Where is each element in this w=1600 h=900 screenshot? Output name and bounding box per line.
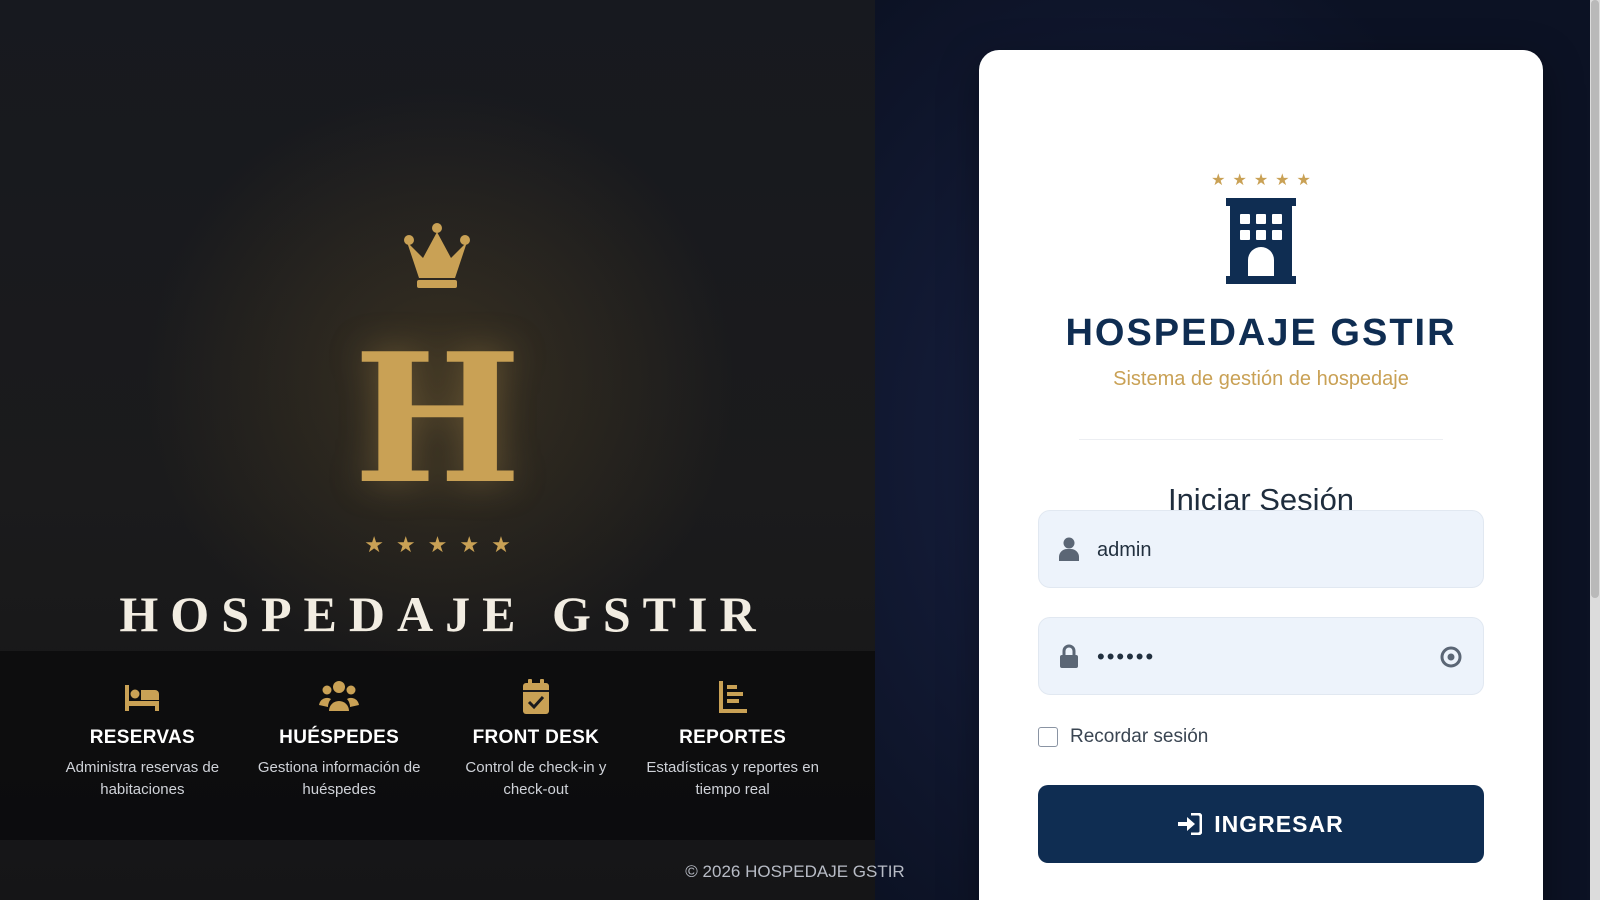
feature-title: HUÉSPEDES bbox=[279, 727, 400, 748]
feature-description-line: habitaciones bbox=[100, 781, 185, 798]
brand-initial: H bbox=[353, 314, 522, 523]
feature-title: RESERVAS bbox=[89, 727, 195, 748]
divider bbox=[1079, 439, 1443, 440]
feature-reservas: RESERVAS Administra reservas de habitaci… bbox=[52, 677, 232, 840]
feature-description-line: check-out bbox=[503, 781, 569, 798]
brand-title: HOSPEDAJE GSTIR bbox=[119, 586, 768, 642]
feature-description: Gestiona información de huéspedes bbox=[249, 757, 429, 801]
scrollbar-thumb[interactable] bbox=[1591, 0, 1599, 598]
feature-title: FRONT DESK bbox=[472, 727, 600, 748]
sign-in-icon bbox=[1178, 813, 1203, 835]
login-brand-title: HOSPEDAJE GSTIR bbox=[1065, 312, 1457, 354]
scrollbar[interactable] bbox=[1590, 0, 1600, 900]
feature-description-line: Estadísticas y reportes en bbox=[646, 759, 819, 776]
feature-reportes: REPORTES Estadísticas y reportes en tiem… bbox=[643, 677, 823, 840]
username-input[interactable] bbox=[1097, 511, 1427, 589]
hero-panel: H ★★★★★ HOSPEDAJE GSTIR RESERVAS Adminis… bbox=[0, 0, 875, 900]
login-button-label: INGRESAR bbox=[1214, 810, 1344, 837]
rating-stars: ★★★★★ bbox=[1211, 172, 1318, 189]
crown-icon bbox=[404, 223, 470, 288]
feature-title: REPORTES bbox=[679, 727, 787, 748]
user-icon bbox=[1059, 537, 1079, 561]
remember-session[interactable]: Recordar sesión bbox=[1038, 726, 1208, 748]
remember-checkbox[interactable] bbox=[1038, 727, 1058, 747]
login-button[interactable]: INGRESAR bbox=[1038, 785, 1484, 863]
feature-description: Estadísticas y reportes en tiempo real bbox=[643, 757, 823, 801]
copyright-footer: © 2026 HOSPEDAJE GSTIR bbox=[685, 862, 905, 881]
chart-list-icon bbox=[718, 681, 747, 713]
eye-icon[interactable] bbox=[1439, 645, 1463, 669]
feature-description-line: Gestiona información de bbox=[257, 759, 421, 776]
calendar-check-icon bbox=[522, 679, 549, 714]
remember-label[interactable]: Recordar sesión bbox=[1070, 726, 1208, 748]
password-field[interactable] bbox=[1038, 617, 1484, 696]
bed-icon bbox=[125, 685, 160, 711]
feature-list: RESERVAS Administra reservas de habitaci… bbox=[0, 651, 875, 840]
password-input[interactable] bbox=[1097, 618, 1427, 696]
login-brand-subtitle: Sistema de gestión de hospedaje bbox=[1113, 368, 1409, 390]
feature-description-line: huéspedes bbox=[302, 781, 376, 798]
hotel-icon bbox=[1226, 198, 1296, 284]
feature-huespedes: HUÉSPEDES Gestiona información de huéspe… bbox=[249, 677, 429, 840]
feature-description: Control de check-in y check-out bbox=[446, 757, 626, 801]
lock-icon bbox=[1060, 644, 1078, 668]
login-card: ★★★★★ HOSPEDAJE GSTIR Sistema de gestión… bbox=[979, 50, 1543, 900]
feature-description-line: Control de check-in y bbox=[465, 759, 607, 776]
username-field[interactable] bbox=[1038, 510, 1484, 589]
feature-description: Administra reservas de habitaciones bbox=[52, 757, 232, 801]
feature-description-line: Administra reservas de bbox=[65, 759, 220, 776]
rating-stars: ★★★★★ bbox=[364, 532, 523, 557]
feature-description-line: tiempo real bbox=[695, 781, 770, 798]
feature-front-desk: FRONT DESK Control de check-in y check-o… bbox=[446, 677, 626, 840]
users-icon bbox=[319, 681, 360, 711]
